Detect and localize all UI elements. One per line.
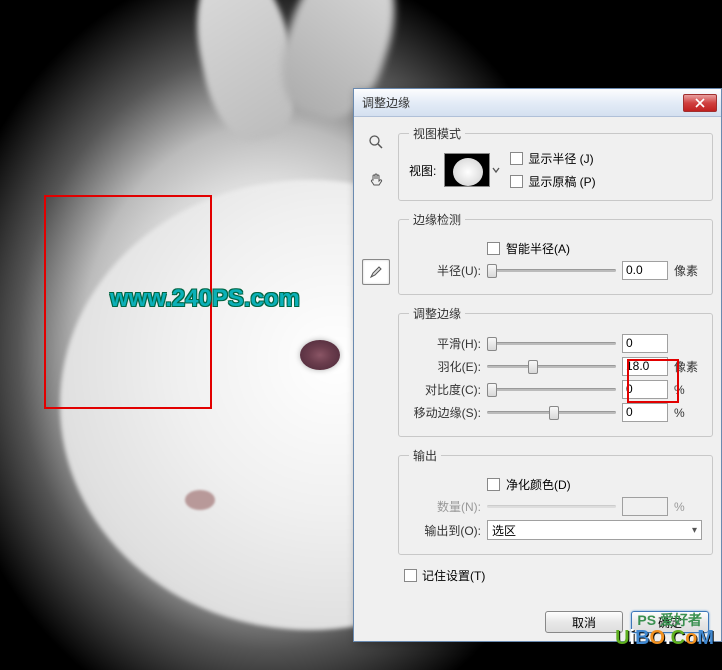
view-thumbnail[interactable] bbox=[444, 153, 490, 187]
dialog-titlebar[interactable]: 调整边缘 bbox=[354, 89, 721, 117]
amount-input bbox=[622, 497, 668, 516]
contrast-slider[interactable] bbox=[487, 381, 616, 399]
output-to-label: 输出到(O): bbox=[409, 522, 481, 539]
show-original-label: 显示原稿 (P) bbox=[528, 173, 595, 190]
show-radius-label: 显示半径 (J) bbox=[528, 150, 593, 167]
chevron-down-icon bbox=[492, 166, 500, 174]
edge-detection-group: 边缘检测 智能半径(A) 半径(U): 0.0 像素 bbox=[398, 211, 713, 295]
show-radius-checkbox[interactable] bbox=[510, 152, 523, 165]
view-dropdown-arrow[interactable] bbox=[490, 166, 502, 174]
view-label: 视图: bbox=[409, 162, 436, 179]
close-icon bbox=[695, 98, 705, 108]
watermark-240ps: www.240PS.com bbox=[110, 285, 300, 313]
view-mode-legend: 视图模式 bbox=[409, 125, 465, 142]
shift-edge-slider[interactable] bbox=[487, 404, 616, 422]
chevron-down-icon: ▾ bbox=[692, 525, 697, 536]
magnifier-icon bbox=[368, 134, 384, 150]
close-button[interactable] bbox=[683, 94, 717, 112]
refine-brush-tool[interactable] bbox=[362, 259, 390, 285]
amount-unit: % bbox=[674, 500, 702, 514]
view-mode-group: 视图模式 视图: 显示半径 (J) bbox=[398, 125, 713, 201]
amount-slider bbox=[487, 498, 616, 516]
tool-column bbox=[362, 125, 398, 633]
output-legend: 输出 bbox=[409, 447, 441, 464]
output-group: 输出 净化颜色(D) 数量(N): % 输出到(O): 选区 bbox=[398, 447, 713, 555]
edge-detection-legend: 边缘检测 bbox=[409, 211, 465, 228]
watermark-uibo: UiBO.CoM bbox=[615, 627, 714, 650]
amount-label: 数量(N): bbox=[409, 498, 481, 515]
output-to-dropdown[interactable]: 选区 ▾ bbox=[487, 520, 702, 540]
smart-radius-checkbox[interactable] bbox=[487, 242, 500, 255]
cancel-button[interactable]: 取消 bbox=[545, 611, 623, 633]
show-original-checkbox[interactable] bbox=[510, 175, 523, 188]
decontaminate-checkbox[interactable] bbox=[487, 478, 500, 491]
brush-icon bbox=[368, 264, 384, 280]
smooth-slider[interactable] bbox=[487, 335, 616, 353]
shift-edge-unit: % bbox=[674, 406, 702, 420]
contrast-label: 对比度(C): bbox=[409, 381, 481, 398]
dialog-title: 调整边缘 bbox=[362, 94, 683, 111]
remember-settings-checkbox[interactable] bbox=[404, 569, 417, 582]
feather-input[interactable]: 18.0 bbox=[622, 357, 668, 376]
feather-slider[interactable] bbox=[487, 358, 616, 376]
feather-label: 羽化(E): bbox=[409, 358, 481, 375]
shift-edge-input[interactable]: 0 bbox=[622, 403, 668, 422]
radius-label: 半径(U): bbox=[409, 262, 481, 279]
radius-slider[interactable] bbox=[487, 262, 616, 280]
radius-unit: 像素 bbox=[674, 262, 702, 279]
feather-unit: 像素 bbox=[674, 358, 702, 375]
contrast-unit: % bbox=[674, 383, 702, 397]
rabbit-eye bbox=[300, 340, 340, 370]
hand-tool[interactable] bbox=[362, 167, 390, 193]
rabbit-nose bbox=[185, 490, 215, 510]
decontaminate-label: 净化颜色(D) bbox=[506, 476, 571, 493]
remember-settings-label: 记住设置(T) bbox=[422, 567, 485, 584]
smooth-label: 平滑(H): bbox=[409, 335, 481, 352]
shift-edge-label: 移动边缘(S): bbox=[409, 404, 481, 421]
adjust-edge-legend: 调整边缘 bbox=[409, 305, 465, 322]
smart-radius-label: 智能半径(A) bbox=[506, 240, 570, 257]
contrast-input[interactable]: 0 bbox=[622, 380, 668, 399]
hand-icon bbox=[368, 172, 384, 188]
output-to-value: 选区 bbox=[492, 522, 516, 539]
radius-input[interactable]: 0.0 bbox=[622, 261, 668, 280]
adjust-edge-group: 调整边缘 平滑(H): 0 羽化(E): 18.0 bbox=[398, 305, 713, 437]
zoom-tool[interactable] bbox=[362, 129, 390, 155]
refine-edge-dialog: 调整边缘 视图模式 视图: bbox=[353, 88, 722, 642]
smooth-input[interactable]: 0 bbox=[622, 334, 668, 353]
